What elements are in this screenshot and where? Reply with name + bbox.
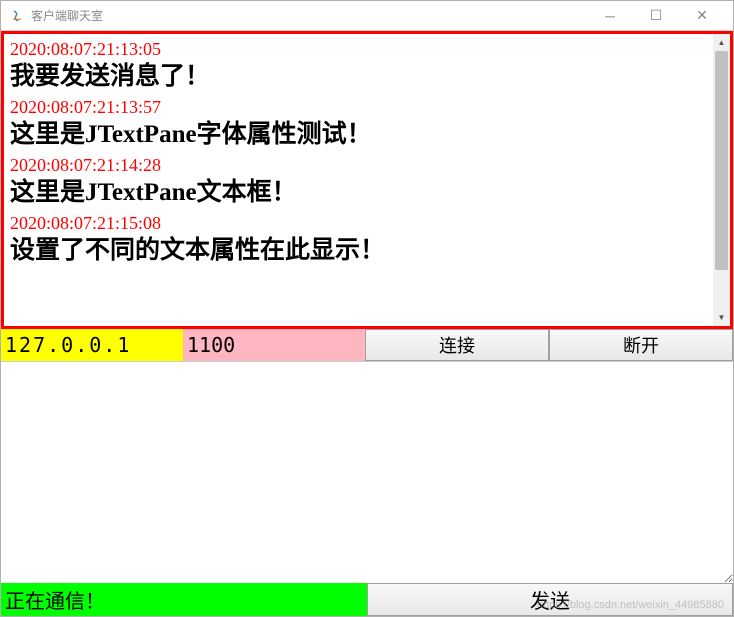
port-input[interactable]	[183, 329, 365, 361]
chat-scrollbar[interactable]: ▲ ▼	[713, 34, 730, 326]
app-window: 客户端聊天室 ─ ☐ ✕ 2020:08:07:21:13:05我要发送消息了！…	[0, 0, 734, 617]
send-button-label: 发送	[530, 585, 570, 614]
message-text: 我要发送消息了！	[10, 61, 707, 94]
close-button[interactable]: ✕	[679, 1, 725, 31]
titlebar: 客户端聊天室 ─ ☐ ✕	[1, 1, 733, 31]
message-timestamp: 2020:08:07:21:14:28	[10, 154, 707, 177]
message-timestamp: 2020:08:07:21:13:57	[10, 96, 707, 119]
connect-button[interactable]: 连接	[365, 329, 549, 361]
message-text: 设置了不同的文本属性在此显示！	[10, 235, 707, 268]
message-text: 这里是JTextPane字体属性测试！	[10, 119, 707, 152]
message-timestamp: 2020:08:07:21:15:08	[10, 212, 707, 235]
content-area: 2020:08:07:21:13:05我要发送消息了！2020:08:07:21…	[1, 31, 733, 616]
scroll-thumb[interactable]	[715, 51, 728, 270]
chat-message: 2020:08:07:21:15:08设置了不同的文本属性在此显示！	[10, 212, 707, 268]
maximize-button[interactable]: ☐	[633, 1, 679, 31]
bottom-row: 正在通信！ 发送 https://blog.csdn.net/weixin_44…	[1, 583, 733, 616]
disconnect-button[interactable]: 断开	[549, 329, 733, 361]
status-label: 正在通信！	[1, 583, 367, 616]
compose-textarea[interactable]	[1, 362, 733, 583]
chat-pane-wrapper: 2020:08:07:21:13:05我要发送消息了！2020:08:07:21…	[1, 31, 733, 329]
chat-message: 2020:08:07:21:13:57这里是JTextPane字体属性测试！	[10, 96, 707, 152]
scroll-down-button[interactable]: ▼	[713, 309, 730, 326]
chat-textpane[interactable]: 2020:08:07:21:13:05我要发送消息了！2020:08:07:21…	[4, 34, 713, 326]
scroll-track[interactable]	[713, 51, 730, 309]
send-button[interactable]: 发送 https://blog.csdn.net/weixin_44985880	[367, 583, 733, 616]
message-timestamp: 2020:08:07:21:13:05	[10, 38, 707, 61]
java-icon	[9, 8, 25, 24]
ip-input[interactable]	[1, 329, 183, 361]
message-text: 这里是JTextPane文本框！	[10, 177, 707, 210]
chat-message: 2020:08:07:21:13:05我要发送消息了！	[10, 38, 707, 94]
window-controls: ─ ☐ ✕	[587, 1, 725, 31]
window-title: 客户端聊天室	[31, 7, 587, 24]
scroll-up-button[interactable]: ▲	[713, 34, 730, 51]
minimize-button[interactable]: ─	[587, 1, 633, 31]
chat-message: 2020:08:07:21:14:28这里是JTextPane文本框！	[10, 154, 707, 210]
connection-row: 连接 断开	[1, 329, 733, 362]
